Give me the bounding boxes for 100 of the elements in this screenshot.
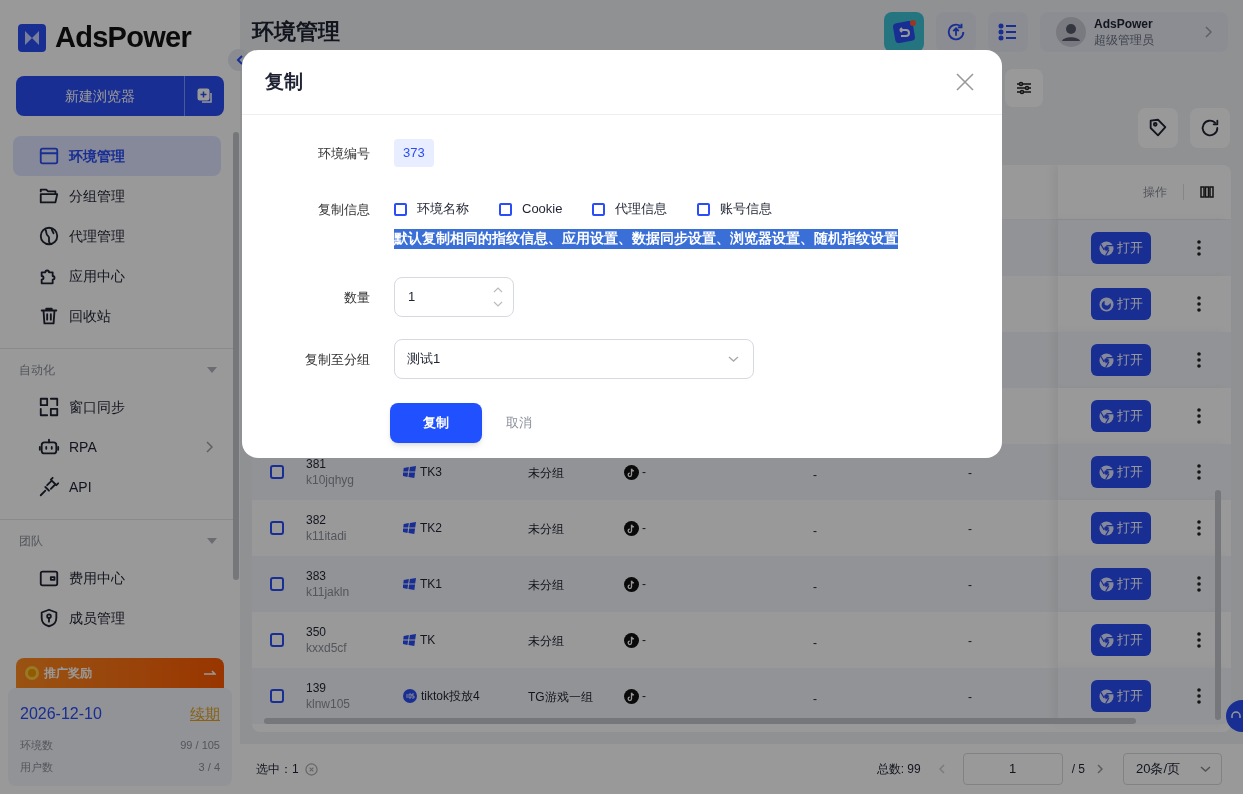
user-role: 超级管理员	[1094, 32, 1155, 48]
page-size-select[interactable]: 20条/页	[1123, 753, 1222, 785]
open-button[interactable]: 打开	[1091, 288, 1151, 320]
open-button[interactable]: 打开	[1091, 512, 1151, 544]
profile-code: klnw105	[306, 696, 352, 712]
option-checkbox[interactable]: 代理信息	[592, 199, 668, 219]
row-checkbox[interactable]	[270, 465, 284, 479]
tag-icon	[1147, 117, 1169, 139]
batch-add-button[interactable]	[184, 76, 224, 116]
next-page-icon[interactable]	[1097, 764, 1103, 774]
profile-code: kxxd5cf	[306, 640, 348, 656]
sidebar-item[interactable]: 费用中心	[13, 558, 221, 598]
browser-window-icon	[38, 145, 60, 167]
profile-name: TK1	[420, 576, 442, 593]
upload-sync-button[interactable]	[936, 12, 976, 52]
more-icon[interactable]	[1197, 408, 1201, 424]
sidebar-item[interactable]: 应用中心	[13, 256, 221, 296]
close-icon[interactable]	[956, 73, 974, 91]
tag-button[interactable]	[1138, 108, 1178, 148]
sidebar-item[interactable]: 窗口同步	[13, 387, 221, 427]
open-button[interactable]: 打开	[1091, 568, 1151, 600]
option-checkbox[interactable]: 环境名称	[394, 199, 469, 219]
option-checkbox[interactable]: 账号信息	[697, 199, 773, 219]
sidebar-item[interactable]: 代理管理	[13, 216, 221, 256]
confirm-button[interactable]: 复制	[390, 403, 482, 443]
vertical-scrollbar[interactable]	[1215, 490, 1221, 720]
open-button[interactable]: 打开	[1091, 624, 1151, 656]
avatar-icon	[1056, 17, 1086, 47]
open-button[interactable]: 打开	[1091, 400, 1151, 432]
app-icon[interactable]	[884, 12, 924, 52]
filter-settings-button[interactable]	[1005, 69, 1043, 107]
more-icon[interactable]	[1197, 240, 1201, 256]
horizontal-scrollbar[interactable]	[264, 718, 1136, 724]
more-icon[interactable]	[1197, 352, 1201, 368]
sidebar-item[interactable]: RPA	[13, 427, 221, 467]
chrome-icon	[1099, 632, 1114, 648]
chrome-icon	[1099, 240, 1114, 256]
stat-label: 用户数	[20, 760, 53, 775]
sidebar-item[interactable]: 成员管理	[13, 598, 221, 638]
section-label: 团队	[19, 532, 43, 550]
row-checkbox[interactable]	[270, 689, 284, 703]
sidebar-item[interactable]: 回收站	[13, 296, 221, 336]
chrome-icon	[1099, 520, 1114, 536]
row-checkbox[interactable]	[270, 577, 284, 591]
chrome-icon	[1099, 408, 1114, 424]
table-cell: -	[968, 522, 972, 536]
tiktok-icon	[624, 688, 639, 704]
quantity-input[interactable]: 1	[394, 277, 514, 317]
page-input[interactable]: 1	[962, 753, 1063, 785]
more-icon[interactable]	[1197, 632, 1201, 648]
columns-icon[interactable]	[1200, 186, 1214, 198]
more-icon[interactable]	[1197, 576, 1201, 592]
row-checkbox[interactable]	[270, 633, 284, 647]
env-number: 373	[394, 139, 434, 167]
more-icon[interactable]	[1197, 688, 1201, 704]
refresh-button[interactable]	[1190, 108, 1230, 148]
chrome-icon	[1099, 352, 1114, 368]
open-button[interactable]: 打开	[1091, 344, 1151, 376]
platform-account: -	[642, 632, 646, 649]
profile-name: tiktok投放4	[421, 688, 480, 705]
new-browser-button[interactable]: 新建浏览器	[16, 76, 184, 116]
logo-text: AdsPower	[55, 20, 191, 56]
list-button[interactable]	[988, 12, 1028, 52]
expiry-date: 2026-12-10	[20, 704, 102, 724]
stat-value: 3 / 4	[198, 760, 220, 775]
shield-icon	[38, 607, 60, 629]
row-checkbox[interactable]	[270, 521, 284, 535]
sidebar-item[interactable]: API	[13, 467, 221, 507]
user-card[interactable]: AdsPower 超级管理员	[1040, 12, 1228, 52]
logo-icon	[18, 24, 46, 52]
sidebar-item[interactable]: 环境管理	[13, 136, 221, 176]
profile-name: TK2	[420, 520, 442, 537]
platform-account: -	[642, 576, 646, 593]
windows-icon	[403, 578, 416, 590]
open-button[interactable]: 打开	[1091, 680, 1151, 712]
scrollbar[interactable]	[233, 132, 239, 580]
open-button[interactable]: 打开	[1091, 232, 1151, 264]
chevron-left-icon	[235, 55, 243, 65]
field-label: 复制信息	[318, 202, 370, 217]
more-icon[interactable]	[1197, 464, 1201, 480]
selected-count: 选中：1	[256, 761, 299, 778]
cancel-button[interactable]: 取消	[494, 403, 544, 443]
profile-code: k10jqhyg	[306, 472, 356, 488]
sliders-icon	[1016, 81, 1032, 95]
table-cell: -	[813, 692, 817, 706]
platform-account: -	[642, 464, 646, 481]
table-cell: -	[813, 524, 817, 538]
more-icon[interactable]	[1197, 296, 1201, 312]
copy-note: 默认复制相同的指纹信息、应用设置、数据同步设置、浏览器设置、随机指纹设置	[394, 229, 898, 249]
tiktok-icon	[624, 632, 639, 648]
window-grid-icon	[38, 396, 60, 418]
option-checkbox[interactable]: Cookie	[499, 199, 563, 219]
dialog-title: 复制	[265, 69, 304, 94]
group-select[interactable]: 测试1	[394, 339, 754, 379]
group-name: 未分组	[528, 634, 564, 648]
page-total: / 5	[1071, 761, 1085, 778]
more-icon[interactable]	[1197, 520, 1201, 536]
sidebar-item[interactable]: 分组管理	[13, 176, 221, 216]
open-button[interactable]: 打开	[1091, 456, 1151, 488]
sync-icon	[945, 21, 967, 43]
